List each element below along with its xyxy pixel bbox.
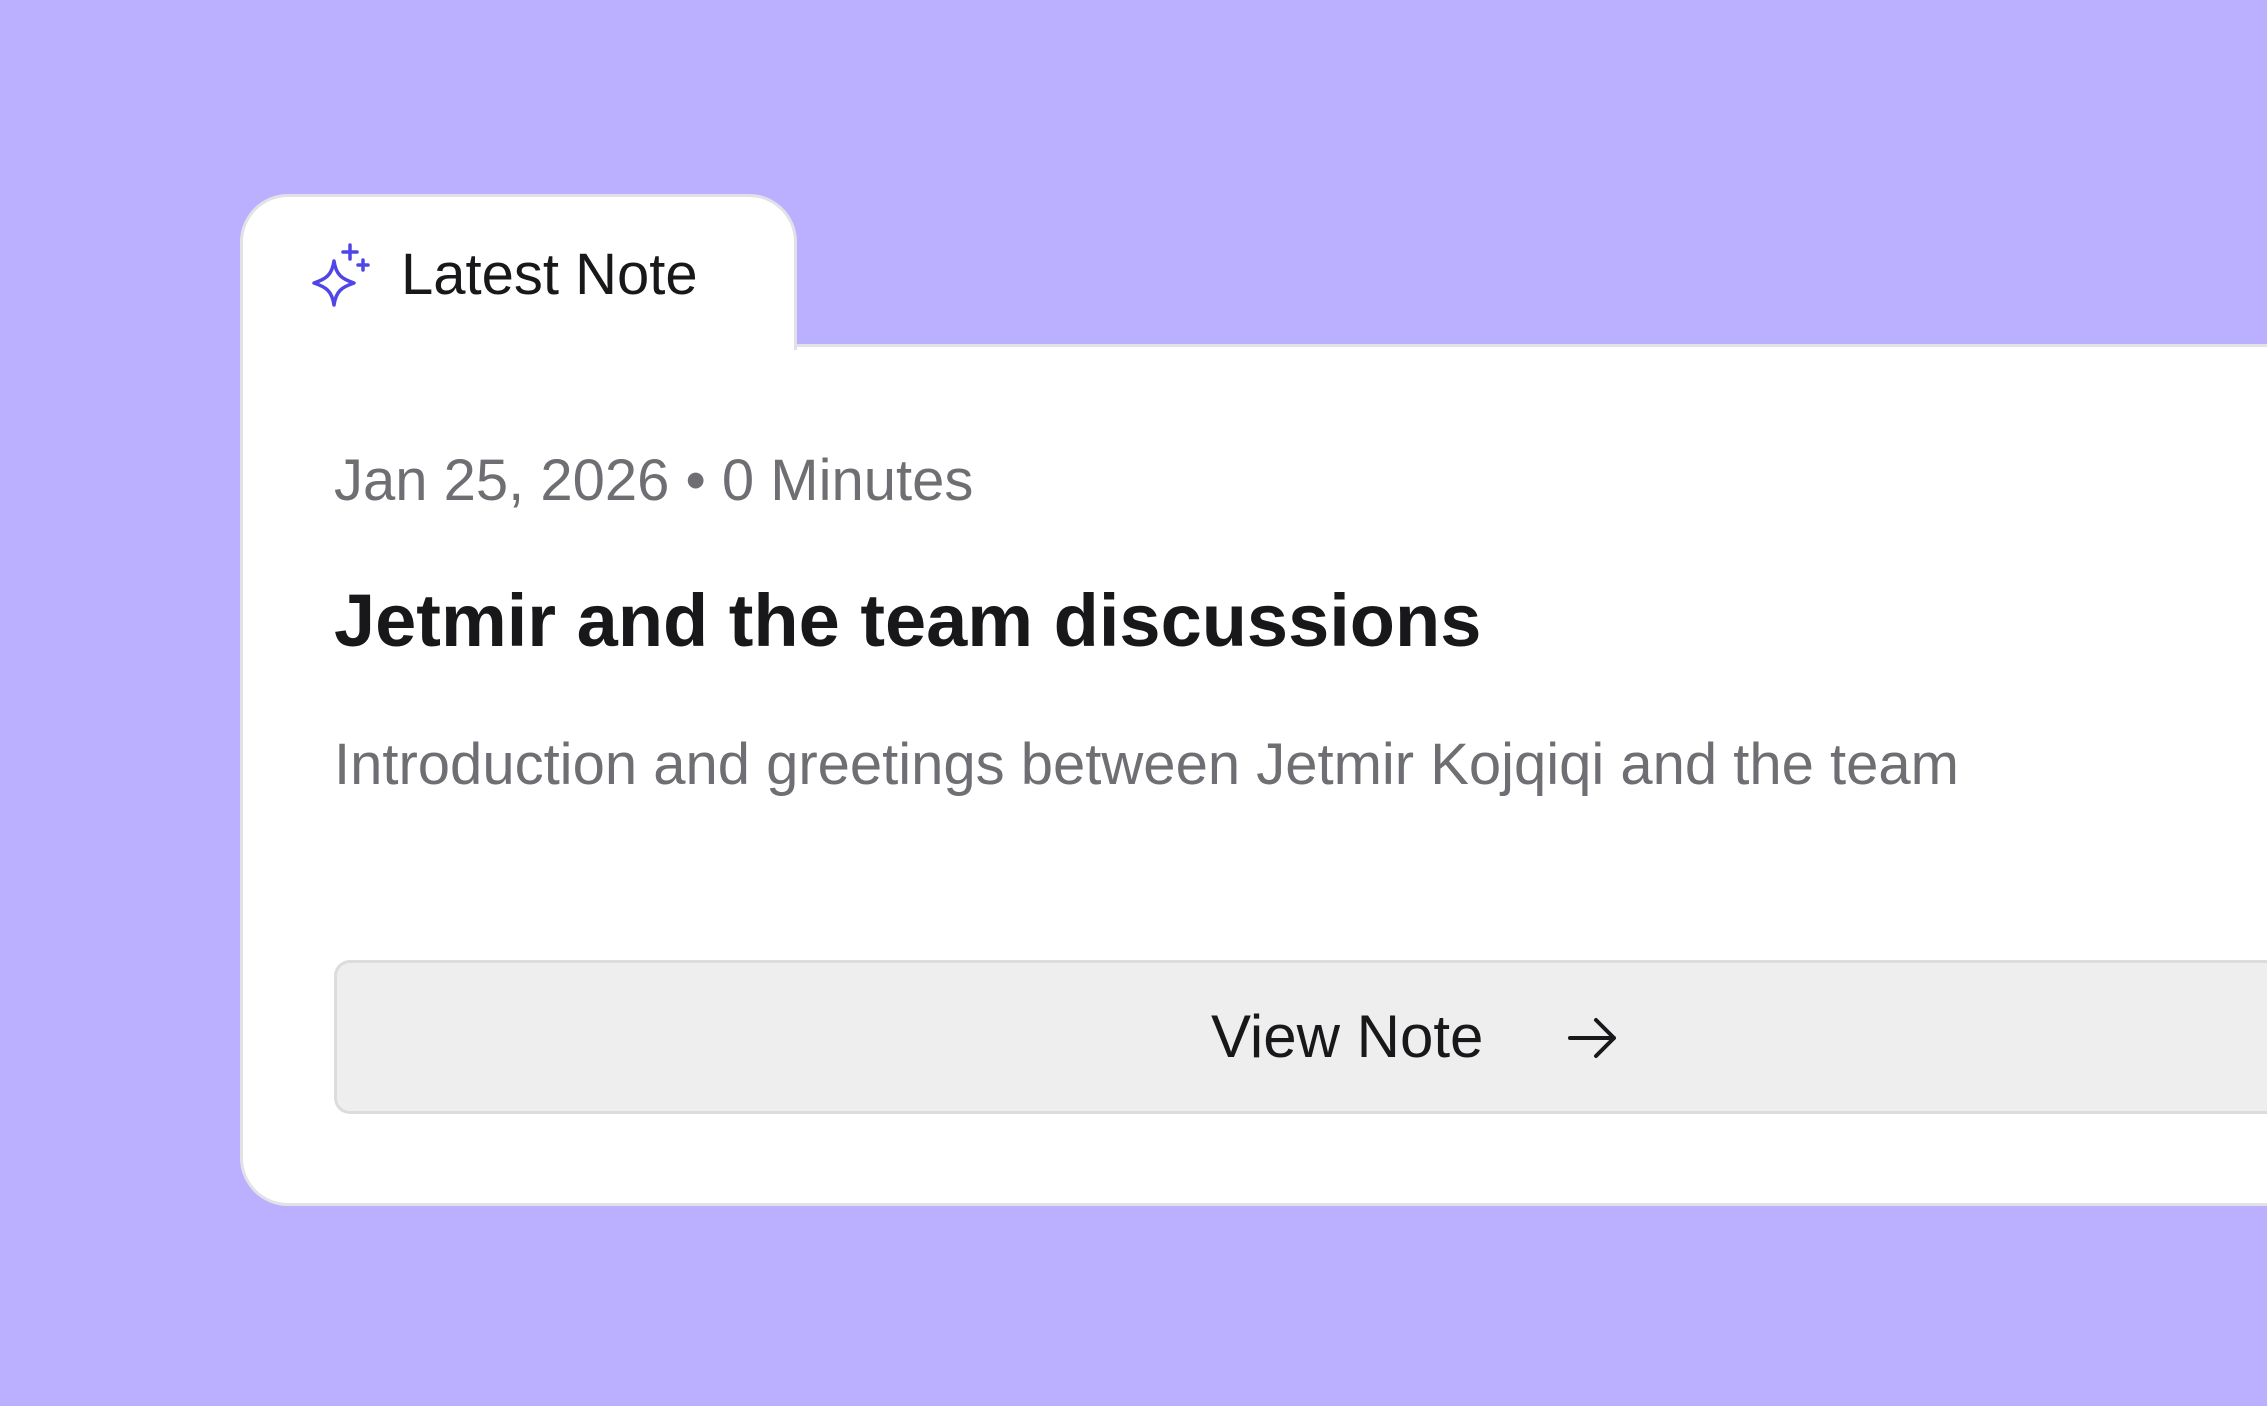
note-meta: Jan 25, 2026 • 0 Minutes (334, 448, 974, 513)
sparkle-icon (312, 243, 370, 307)
tab-label: Latest Note (401, 242, 698, 307)
note-title: Jetmir and the team discussions (334, 579, 1482, 662)
arrow-right-icon (1568, 1018, 1616, 1058)
view-note-button[interactable]: View Note (334, 960, 2267, 1114)
view-note-label: View Note (1211, 1003, 1484, 1070)
latest-note-tab: Latest Note (240, 194, 797, 350)
note-summary: Introduction and greetings between Jetmi… (334, 732, 1959, 797)
